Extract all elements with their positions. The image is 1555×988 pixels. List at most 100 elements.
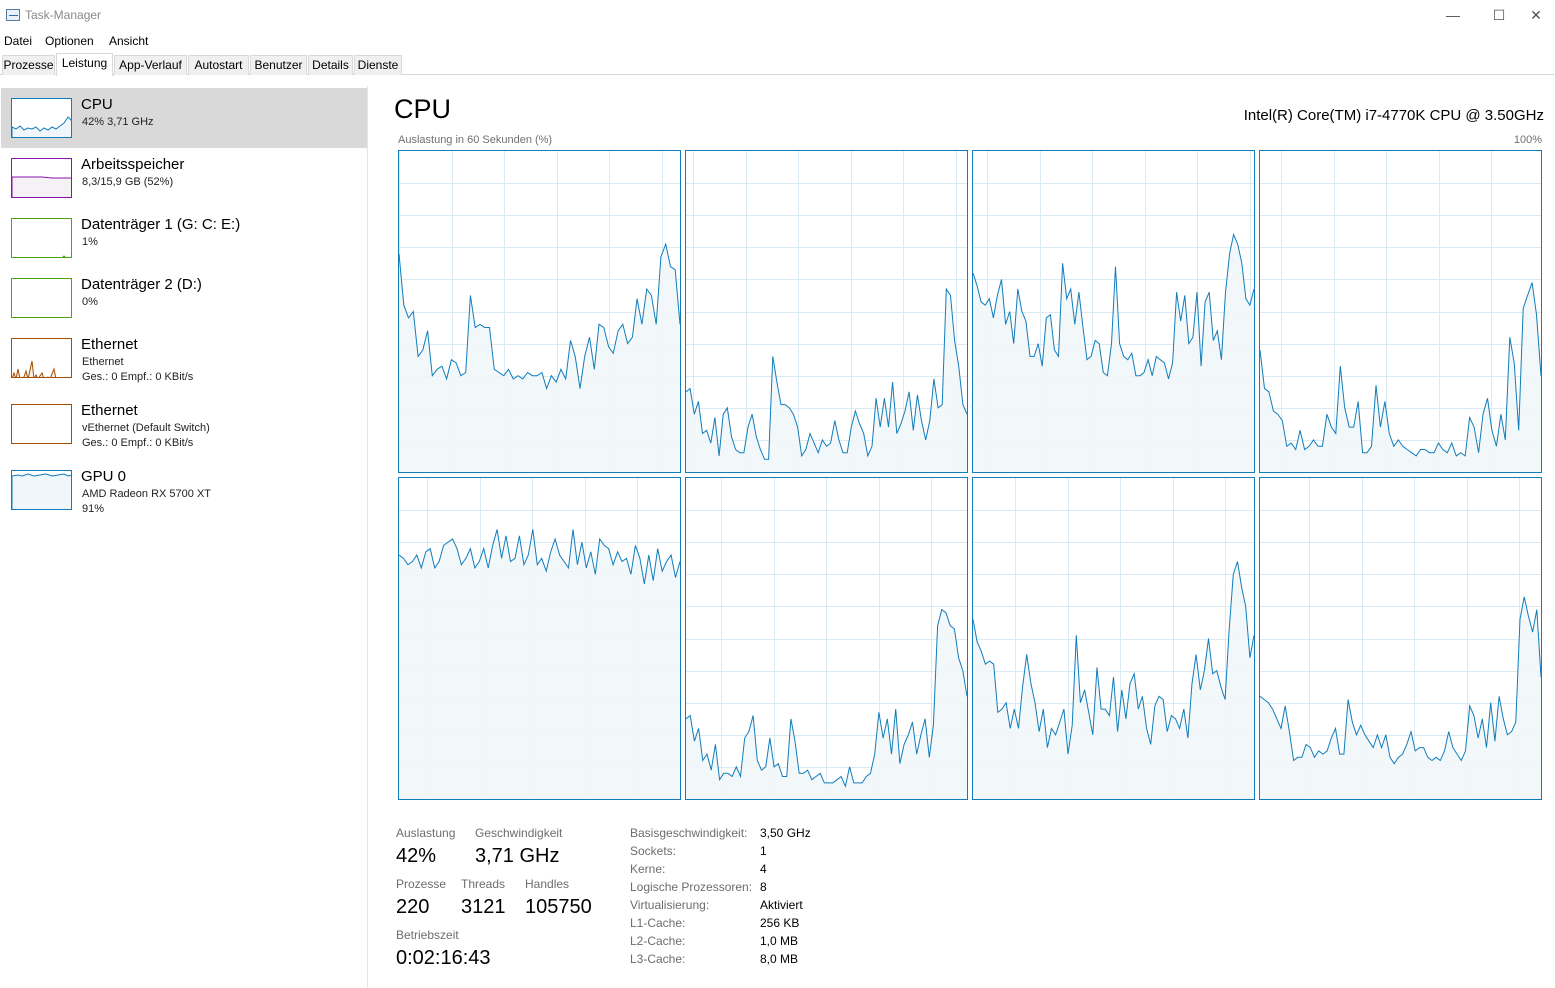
core-graph-svg — [973, 478, 1254, 799]
sidebar-item-ethernet[interactable]: Ethernet Ethernet Ges.: 0 Empf.: 0 KBit/… — [1, 328, 367, 388]
detail-key: L2-Cache: — [630, 934, 686, 948]
core-graph-5 — [685, 477, 968, 800]
sidebar-item-memory[interactable]: Arbeitsspeicher 8,3/15,9 GB (52%) — [1, 148, 367, 208]
core-graph-svg — [399, 478, 680, 799]
menu-bar: Datei Optionen Ansicht — [0, 31, 1555, 51]
core-graph-svg — [1260, 478, 1541, 799]
disk-1-thumbnail — [11, 218, 72, 258]
detail-value: 8,0 MB — [760, 952, 799, 966]
sidebar-item-throughput: Ges.: 0 Empf.: 0 KBit/s — [82, 437, 194, 449]
uptime-label: Betriebszeit — [396, 928, 459, 942]
memory-thumbnail — [11, 158, 72, 198]
sidebar-item-detail: AMD Radeon RX 5700 XT — [82, 488, 212, 500]
detail-key: Logische Prozessoren: — [630, 880, 753, 894]
tab-dienste[interactable]: Dienste — [354, 55, 402, 75]
tab-benutzer[interactable]: Benutzer — [250, 55, 307, 75]
utilization-label: Auslastung — [396, 826, 456, 840]
sidebar-item-detail: 0% — [82, 296, 98, 308]
core-graph-3 — [1259, 150, 1542, 473]
core-usage-area — [399, 529, 680, 799]
speed-value: 3,71 GHz — [475, 845, 560, 867]
vethernet-thumbnail — [11, 404, 72, 444]
detail-key: L3-Cache: — [630, 952, 686, 966]
detail-key: Basisgeschwindigkeit: — [630, 826, 748, 840]
page-title: CPU — [394, 94, 452, 124]
core-usage-area — [973, 234, 1254, 472]
title-bar: Task-Manager — ☐ ✕ — [0, 0, 1555, 31]
sidebar-item-detail: 1% — [82, 236, 98, 248]
threads-label: Threads — [461, 877, 506, 891]
resource-sidebar: CPU 42% 3,71 GHz Arbeitsspeicher 8,3/15,… — [0, 86, 368, 988]
ethernet-thumbnail — [11, 338, 72, 378]
menu-optionen[interactable]: Optionen — [45, 34, 94, 48]
sidebar-item-disk-2[interactable]: Datenträger 2 (D:) 0% — [1, 268, 367, 328]
sidebar-item-detail: Ethernet — [82, 356, 124, 368]
core-graph-svg — [686, 478, 967, 799]
sidebar-item-label: Datenträger 2 (D:) — [81, 276, 202, 293]
core-graph-0 — [398, 150, 681, 473]
sidebar-item-vethernet[interactable]: Ethernet vEthernet (Default Switch) Ges.… — [1, 394, 367, 454]
menu-ansicht[interactable]: Ansicht — [109, 34, 148, 48]
detail-value: 256 KB — [760, 916, 800, 930]
sidebar-item-throughput: Ges.: 0 Empf.: 0 KBit/s — [82, 371, 194, 383]
tab-details[interactable]: Details — [308, 55, 353, 75]
uptime-value: 0:02:16:43 — [396, 947, 491, 969]
close-button[interactable]: ✕ — [1513, 0, 1555, 31]
handles-label: Handles — [525, 877, 570, 891]
detail-key: Sockets: — [630, 844, 677, 858]
core-graph-7 — [1259, 477, 1542, 800]
tab-app-verlauf[interactable]: App-Verlauf — [114, 55, 187, 75]
detail-value: Aktiviert — [760, 898, 803, 912]
core-graph-6 — [972, 477, 1255, 800]
sidebar-item-cpu[interactable]: CPU 42% 3,71 GHz — [1, 88, 367, 148]
graph-axis-label: Auslastung in 60 Sekunden (%) — [398, 134, 553, 146]
core-usage-area — [399, 244, 680, 472]
core-graph-svg — [399, 151, 680, 472]
processes-label: Prozesse — [396, 877, 447, 891]
utilization-value: 42% — [396, 845, 437, 867]
detail-key: Virtualisierung: — [630, 898, 710, 912]
detail-value: 8 — [760, 880, 767, 894]
sidebar-item-detail: vEthernet (Default Switch) — [82, 422, 210, 434]
detail-key: Kerne: — [630, 862, 666, 876]
processes-value: 220 — [396, 896, 430, 918]
speed-label: Geschwindigkeit — [475, 826, 563, 840]
tab-prozesse[interactable]: Prozesse — [2, 55, 55, 75]
detail-key: L1-Cache: — [630, 916, 686, 930]
sidebar-item-label: Arbeitsspeicher — [81, 156, 185, 173]
detail-value: 4 — [760, 862, 767, 876]
sidebar-item-label: Ethernet — [81, 402, 138, 419]
graph-max-label: 100% — [1513, 134, 1542, 146]
core-graph-2 — [972, 150, 1255, 473]
disk-2-thumbnail — [11, 278, 72, 318]
sidebar-item-label: GPU 0 — [81, 468, 127, 485]
sidebar-item-label: Ethernet — [81, 336, 138, 353]
tab-leistung[interactable]: Leistung — [56, 53, 113, 76]
core-graph-1 — [685, 150, 968, 473]
detail-value: 1,0 MB — [760, 934, 799, 948]
cpu-performance-panel: CPU Intel(R) Core(TM) i7-4770K CPU @ 3.5… — [369, 86, 1555, 988]
sidebar-item-detail: 42% 3,71 GHz — [82, 116, 154, 128]
core-usage-area — [686, 289, 967, 472]
sidebar-item-disk-1[interactable]: Datenträger 1 (G: C: E:) 1% — [1, 208, 367, 268]
sidebar-item-gpu[interactable]: GPU 0 AMD Radeon RX 5700 XT 91% — [1, 460, 367, 520]
gpu-thumbnail — [11, 470, 72, 510]
sidebar-item-label: Datenträger 1 (G: C: E:) — [81, 216, 241, 233]
minimize-button[interactable]: — — [1430, 0, 1476, 31]
sidebar-item-utilization: 91% — [82, 503, 105, 515]
core-graph-svg — [686, 151, 967, 472]
task-manager-icon — [6, 9, 20, 21]
sidebar-item-label: CPU — [81, 96, 113, 113]
cpu-thumbnail — [11, 98, 72, 138]
core-usage-line — [1260, 282, 1541, 457]
tab-autostart[interactable]: Autostart — [188, 55, 249, 75]
core-graph-svg — [1260, 151, 1541, 472]
window-title: Task-Manager — [25, 8, 102, 22]
tab-bar: Prozesse Leistung App-Verlauf Autostart … — [0, 53, 1555, 76]
handles-value: 105750 — [525, 896, 592, 918]
detail-value: 3,50 GHz — [760, 826, 811, 840]
core-graph-svg — [973, 151, 1254, 472]
sidebar-item-detail: 8,3/15,9 GB (52%) — [82, 176, 174, 188]
menu-datei[interactable]: Datei — [4, 34, 32, 48]
cpu-model: Intel(R) Core(TM) i7-4770K CPU @ 3.50GHz — [1243, 107, 1544, 124]
